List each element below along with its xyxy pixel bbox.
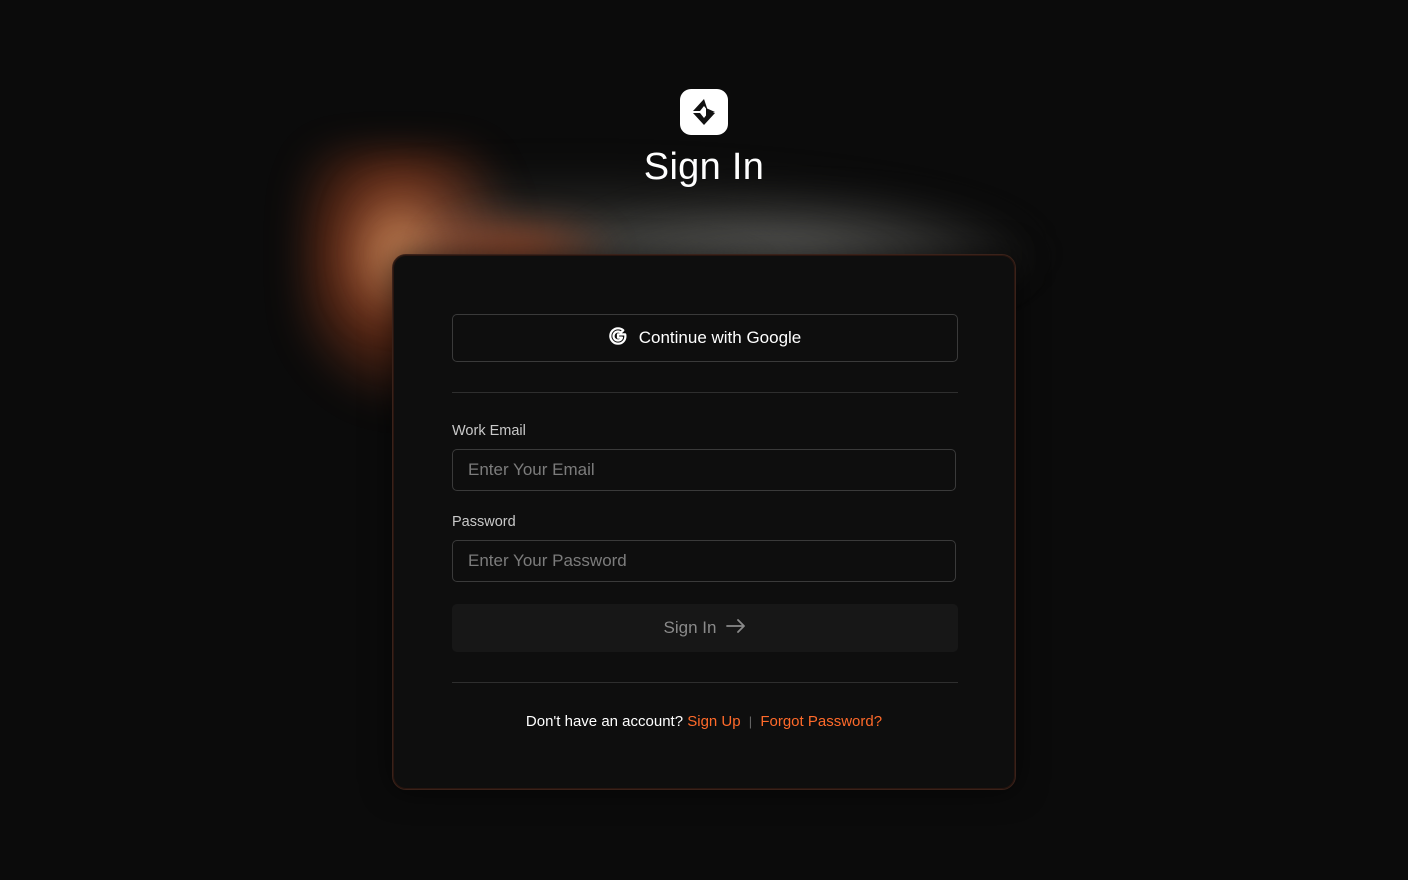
page-title: Sign In bbox=[643, 146, 765, 188]
google-button-label: Continue with Google bbox=[638, 328, 802, 347]
forgot-password-link[interactable]: Forgot Password? bbox=[760, 713, 882, 730]
sign-in-button-label: Sign In bbox=[663, 618, 717, 637]
sign-up-link[interactable]: Sign Up bbox=[687, 713, 740, 730]
brand-logo-icon bbox=[680, 89, 728, 135]
email-label: Work Email bbox=[452, 423, 526, 439]
signup-prompt: Don't have an account? bbox=[525, 713, 684, 730]
sign-in-page: Sign In Continue with Google Work Email … bbox=[0, 0, 1408, 880]
password-label: Password bbox=[452, 514, 516, 530]
divider bbox=[452, 392, 958, 393]
continue-with-google-button[interactable]: Continue with Google bbox=[452, 314, 958, 362]
sign-in-button[interactable]: Sign In bbox=[452, 604, 958, 652]
google-icon bbox=[608, 326, 627, 350]
email-field[interactable] bbox=[452, 449, 956, 491]
link-separator: | bbox=[748, 714, 753, 729]
password-field[interactable] bbox=[452, 540, 956, 582]
account-links: Don't have an account? Sign Up | Forgot … bbox=[393, 713, 1015, 730]
divider bbox=[452, 682, 958, 683]
arrow-right-icon bbox=[726, 618, 746, 638]
sign-in-card: Continue with Google Work Email Password… bbox=[392, 254, 1016, 790]
